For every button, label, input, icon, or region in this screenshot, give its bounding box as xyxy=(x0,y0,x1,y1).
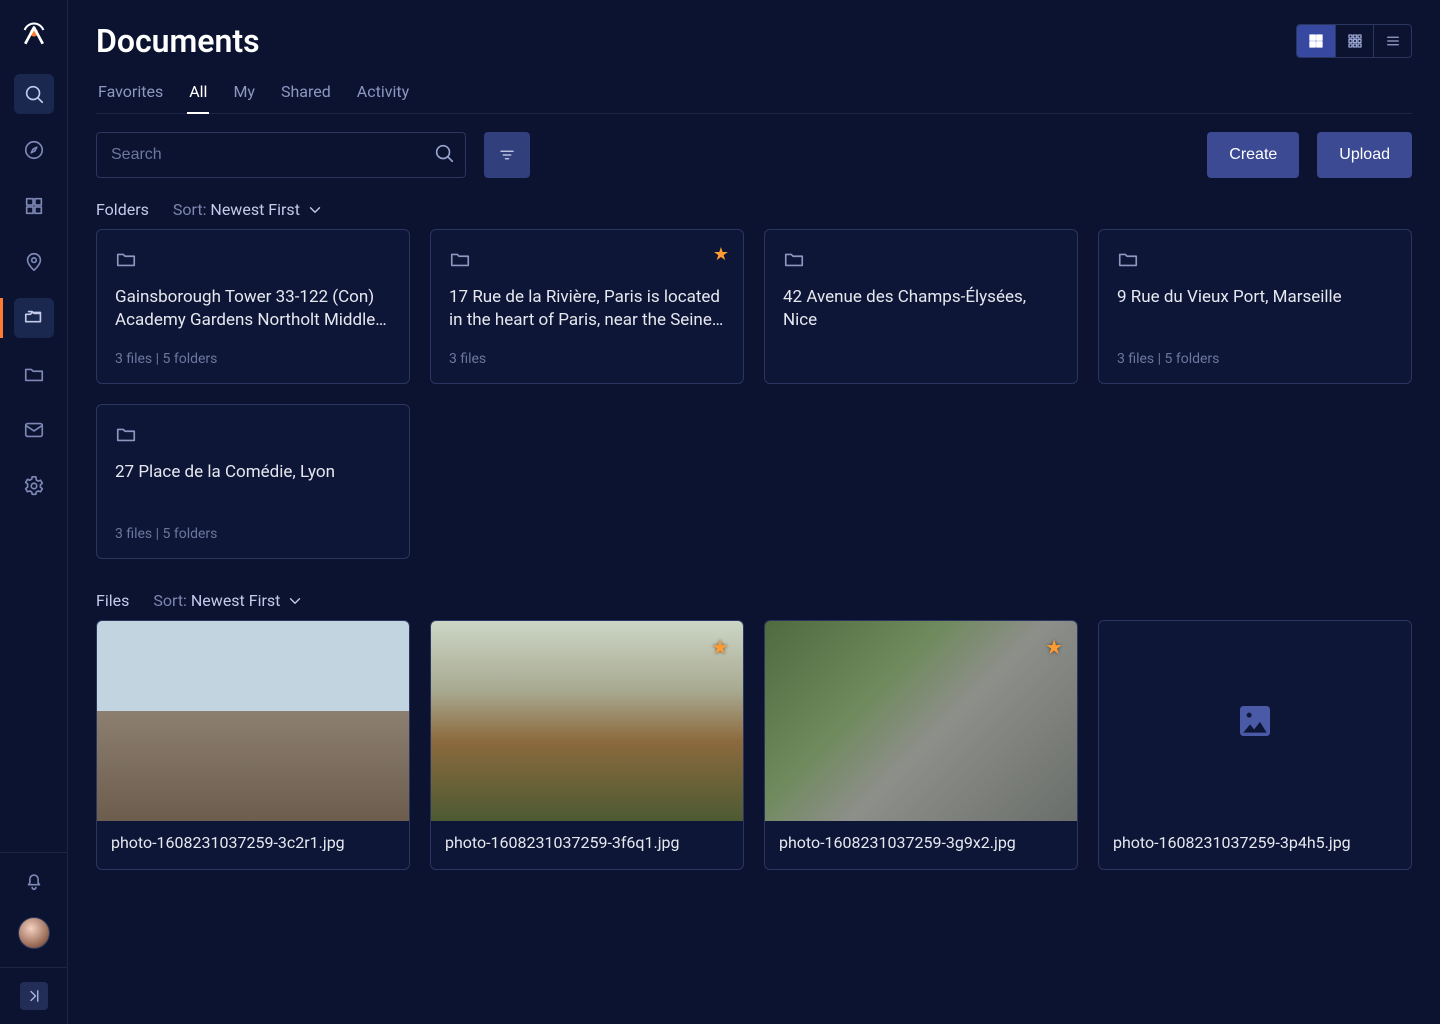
nav-folder[interactable] xyxy=(14,354,54,394)
folder-title: 27 Place de la Comédie, Lyon xyxy=(115,461,391,514)
folder-meta: 3 files | 5 folders xyxy=(115,526,391,542)
search-input-wrap xyxy=(96,132,466,178)
nav-mail[interactable] xyxy=(14,410,54,450)
grid-large-icon xyxy=(1307,32,1325,50)
nav-settings[interactable] xyxy=(14,466,54,506)
file-thumbnail xyxy=(97,621,409,821)
folders-sort-label: Sort: xyxy=(173,200,207,219)
search-input[interactable] xyxy=(111,133,419,177)
main-content: Documents Favorites All My Shared Activi… xyxy=(68,0,1440,1024)
file-name: photo-1608231037259-3p4h5.jpg xyxy=(1099,821,1411,864)
mail-icon xyxy=(23,419,45,441)
chevron-down-icon xyxy=(306,201,324,219)
file-card[interactable]: photo-1608231037259-3p4h5.jpg xyxy=(1098,620,1412,870)
folder-card[interactable]: Gainsborough Tower 33-122 (Con) Academy … xyxy=(96,229,410,384)
file-card[interactable]: ★ photo-1608231037259-3g9x2.jpg xyxy=(764,620,1078,870)
folder-meta: 3 files | 5 folders xyxy=(115,351,391,367)
folder-title: 9 Rue du Vieux Port, Marseille xyxy=(1117,286,1393,339)
files-label: Files xyxy=(96,591,129,610)
folder-icon xyxy=(449,248,725,274)
star-icon[interactable]: ★ xyxy=(711,635,729,659)
bell-icon xyxy=(23,870,45,892)
tab-my[interactable]: My xyxy=(231,76,257,113)
nav-explore[interactable] xyxy=(14,130,54,170)
file-thumbnail-placeholder xyxy=(1099,621,1411,821)
file-card[interactable]: photo-1608231037259-3c2r1.jpg xyxy=(96,620,410,870)
view-grid-small-button[interactable] xyxy=(1335,25,1373,57)
nav-rail xyxy=(0,0,68,1024)
file-card[interactable]: ★ photo-1608231037259-3f6q1.jpg xyxy=(430,620,744,870)
file-grid: photo-1608231037259-3c2r1.jpg ★ photo-16… xyxy=(96,620,1412,870)
rail-expand-button[interactable] xyxy=(20,982,48,1010)
chevron-down-icon xyxy=(286,592,304,610)
gear-icon xyxy=(23,475,45,497)
rail-divider xyxy=(0,852,67,853)
grid-small-icon xyxy=(1346,32,1364,50)
files-sort-dropdown[interactable]: Newest First xyxy=(191,591,305,610)
nav-documents[interactable] xyxy=(14,298,54,338)
search-icon xyxy=(23,83,45,105)
nav-notifications[interactable] xyxy=(14,861,54,901)
folder-icon xyxy=(783,248,1059,274)
upload-button[interactable]: Upload xyxy=(1317,132,1412,178)
file-name: photo-1608231037259-3c2r1.jpg xyxy=(97,821,409,864)
folder-card[interactable]: 9 Rue du Vieux Port, Marseille 3 files |… xyxy=(1098,229,1412,384)
folders-section-head: Folders Sort: Newest First xyxy=(96,200,1412,219)
tabs: Favorites All My Shared Activity xyxy=(96,76,1412,114)
star-icon[interactable]: ★ xyxy=(713,244,729,265)
view-list-button[interactable] xyxy=(1373,25,1411,57)
app-logo xyxy=(17,18,51,52)
rail-divider-2 xyxy=(0,967,67,968)
folder-meta: 3 files xyxy=(449,351,725,367)
folder-title: 17 Rue de la Rivière, Paris is located i… xyxy=(449,286,725,339)
filter-icon xyxy=(498,146,516,164)
folder-card[interactable]: 42 Avenue des Champs-Élysées, Nice xyxy=(764,229,1078,384)
avatar[interactable] xyxy=(18,917,50,949)
nav-map[interactable] xyxy=(14,242,54,282)
tab-activity[interactable]: Activity xyxy=(355,76,411,113)
nav-search[interactable] xyxy=(14,74,54,114)
chevron-right-bar-icon xyxy=(25,987,43,1005)
broadcast-tower-icon xyxy=(19,20,49,50)
folders-label: Folders xyxy=(96,200,149,219)
files-sort-label: Sort: xyxy=(153,591,187,610)
folder-title: Gainsborough Tower 33-122 (Con) Academy … xyxy=(115,286,391,339)
filter-button[interactable] xyxy=(484,132,530,178)
toolbar: Create Upload xyxy=(96,132,1412,178)
file-name: photo-1608231037259-3f6q1.jpg xyxy=(431,821,743,864)
folders-sort-value: Newest First xyxy=(210,200,300,219)
file-name: photo-1608231037259-3g9x2.jpg xyxy=(765,821,1077,864)
star-icon[interactable]: ★ xyxy=(1045,635,1063,659)
list-icon xyxy=(1384,32,1402,50)
folder-title: 42 Avenue des Champs-Élysées, Nice xyxy=(783,286,1059,355)
folder-icon xyxy=(23,363,45,385)
image-icon xyxy=(1235,701,1275,741)
folders-icon xyxy=(23,307,45,329)
tab-shared[interactable]: Shared xyxy=(279,76,333,113)
view-grid-large-button[interactable] xyxy=(1297,25,1335,57)
file-thumbnail xyxy=(431,621,743,821)
search-icon[interactable] xyxy=(433,142,455,168)
compass-icon xyxy=(23,139,45,161)
files-section-head: Files Sort: Newest First xyxy=(96,591,1412,610)
files-sort-value: Newest First xyxy=(191,591,281,610)
folder-grid: Gainsborough Tower 33-122 (Con) Academy … xyxy=(96,229,1412,559)
tab-favorites[interactable]: Favorites xyxy=(96,76,165,113)
folders-sort-dropdown[interactable]: Newest First xyxy=(210,200,324,219)
create-button[interactable]: Create xyxy=(1207,132,1299,178)
folder-card[interactable]: ★ 17 Rue de la Rivière, Paris is located… xyxy=(430,229,744,384)
nav-dashboard[interactable] xyxy=(14,186,54,226)
folder-meta: 3 files | 5 folders xyxy=(1117,351,1393,367)
folder-icon xyxy=(115,423,391,449)
tab-all[interactable]: All xyxy=(187,76,209,113)
grid-icon xyxy=(23,195,45,217)
folder-card[interactable]: 27 Place de la Comédie, Lyon 3 files | 5… xyxy=(96,404,410,559)
map-pin-icon xyxy=(23,251,45,273)
file-thumbnail xyxy=(765,621,1077,821)
page-title: Documents xyxy=(96,22,260,60)
rail-nav-group xyxy=(14,66,54,514)
folder-icon xyxy=(1117,248,1393,274)
folder-icon xyxy=(115,248,391,274)
view-toggle xyxy=(1296,24,1412,58)
